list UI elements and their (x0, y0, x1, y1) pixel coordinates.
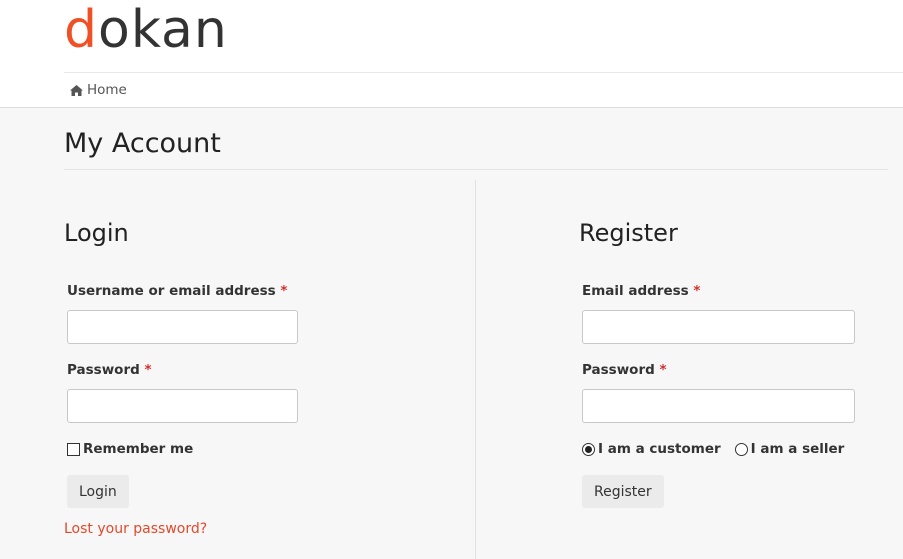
role-option-customer[interactable]: I am a customer (582, 440, 721, 458)
login-title: Login (64, 219, 129, 247)
remember-me-row[interactable]: Remember me (67, 440, 193, 458)
title-divider (64, 169, 888, 170)
username-label-text: Username or email address (67, 283, 276, 299)
page-title: My Account (64, 128, 221, 159)
required-mark: * (659, 362, 667, 378)
home-icon (70, 84, 83, 96)
logo-text: okan (98, 0, 228, 60)
site-header: dokan Home (0, 0, 903, 108)
logo-accent-letter: d (64, 0, 99, 60)
lost-password-link[interactable]: Lost your password? (64, 520, 207, 538)
email-input[interactable] (582, 310, 855, 344)
register-password-label-text: Password (582, 362, 655, 378)
required-mark: * (144, 362, 152, 378)
role-option-seller[interactable]: I am a seller (734, 440, 845, 458)
username-input[interactable] (67, 310, 298, 344)
login-button[interactable]: Login (67, 475, 129, 508)
remember-me-checkbox[interactable] (67, 442, 80, 456)
login-password-label-text: Password (67, 362, 140, 378)
email-label: Email address * (582, 282, 700, 300)
register-title: Register (579, 219, 678, 247)
remember-me-label: Remember me (83, 441, 194, 457)
username-label: Username or email address * (67, 282, 287, 300)
customer-radio[interactable] (582, 442, 595, 456)
site-logo[interactable]: dokan (64, 1, 228, 59)
role-radio-group: I am a customer I am a seller (582, 440, 858, 458)
breadcrumb-label: Home (87, 82, 127, 98)
required-mark: * (280, 283, 288, 299)
email-label-text: Email address (582, 283, 689, 299)
login-password-label: Password * (67, 361, 152, 379)
breadcrumb-home[interactable]: Home (70, 81, 127, 99)
register-password-label: Password * (582, 361, 667, 379)
login-password-input[interactable] (67, 389, 298, 423)
seller-radio[interactable] (734, 442, 748, 456)
seller-radio-label: I am a seller (750, 441, 845, 457)
customer-radio-label: I am a customer (598, 441, 721, 457)
required-mark: * (693, 283, 701, 299)
nav-divider (64, 72, 903, 73)
register-button[interactable]: Register (582, 475, 664, 508)
register-password-input[interactable] (582, 389, 855, 423)
column-divider (475, 180, 476, 559)
